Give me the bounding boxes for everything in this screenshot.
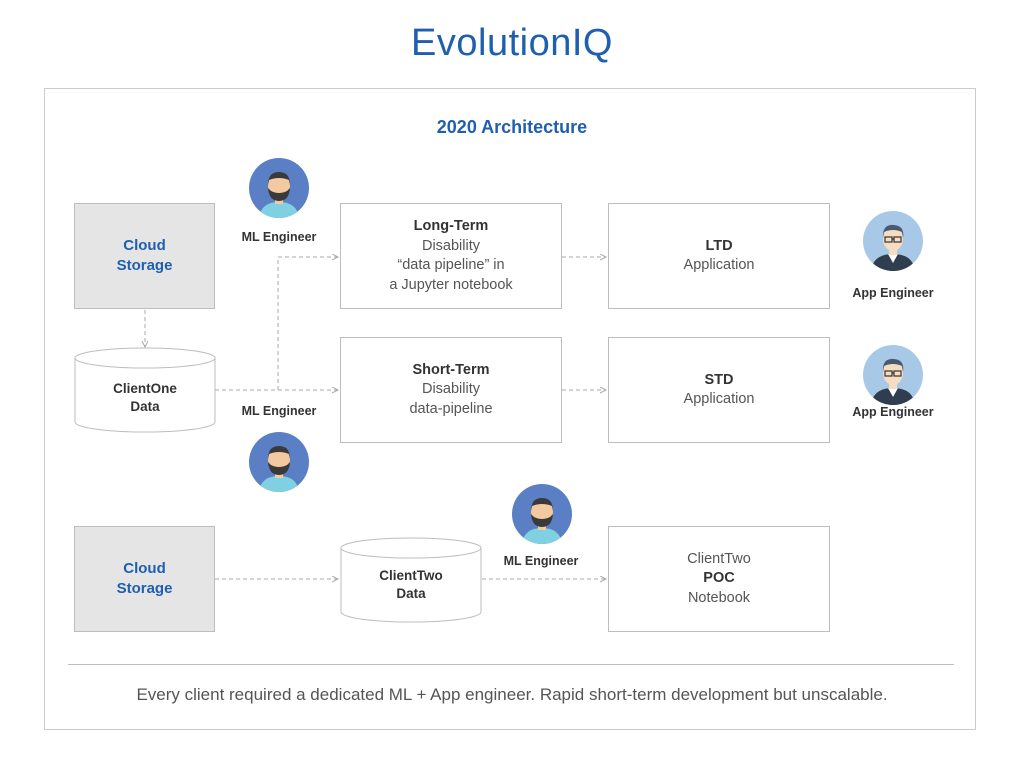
clienttwo-data-label: ClientTwo Data — [379, 568, 443, 601]
std-application-box: STD Application — [608, 337, 830, 443]
ml-engineer-label-3: ML Engineer — [503, 554, 579, 568]
ltd-pipeline-box: Long-Term Disability “data pipeline” in … — [340, 203, 562, 309]
clienttwo-poc-box: ClientTwo POC Notebook — [608, 526, 830, 632]
cloud-storage-bottom: Cloud Storage — [74, 526, 215, 632]
caption: Every client required a dedicated ML + A… — [136, 685, 888, 704]
ml-engineer-label-1: ML Engineer — [241, 230, 317, 244]
ml-engineer-avatar-icon — [249, 158, 309, 218]
app-engineer-avatar-icon — [863, 345, 923, 405]
std-pipeline-box: Short-Term Disability data-pipeline — [340, 337, 562, 443]
arrow-clientone-to-ltd — [215, 257, 338, 391]
app-engineer-label-2: App Engineer — [852, 405, 934, 419]
cloud-storage-top: Cloud Storage — [74, 203, 215, 309]
ml-engineer-avatar-icon — [249, 432, 309, 492]
app-engineer-avatar-icon — [863, 211, 923, 271]
app-engineer-label-1: App Engineer — [852, 286, 934, 300]
clientone-data-label: ClientOne Data — [113, 381, 177, 414]
divider — [68, 664, 954, 665]
ltd-application-box: LTD Application — [608, 203, 830, 309]
ml-engineer-label-2: ML Engineer — [241, 404, 317, 418]
ml-engineer-avatar-icon — [512, 484, 572, 544]
